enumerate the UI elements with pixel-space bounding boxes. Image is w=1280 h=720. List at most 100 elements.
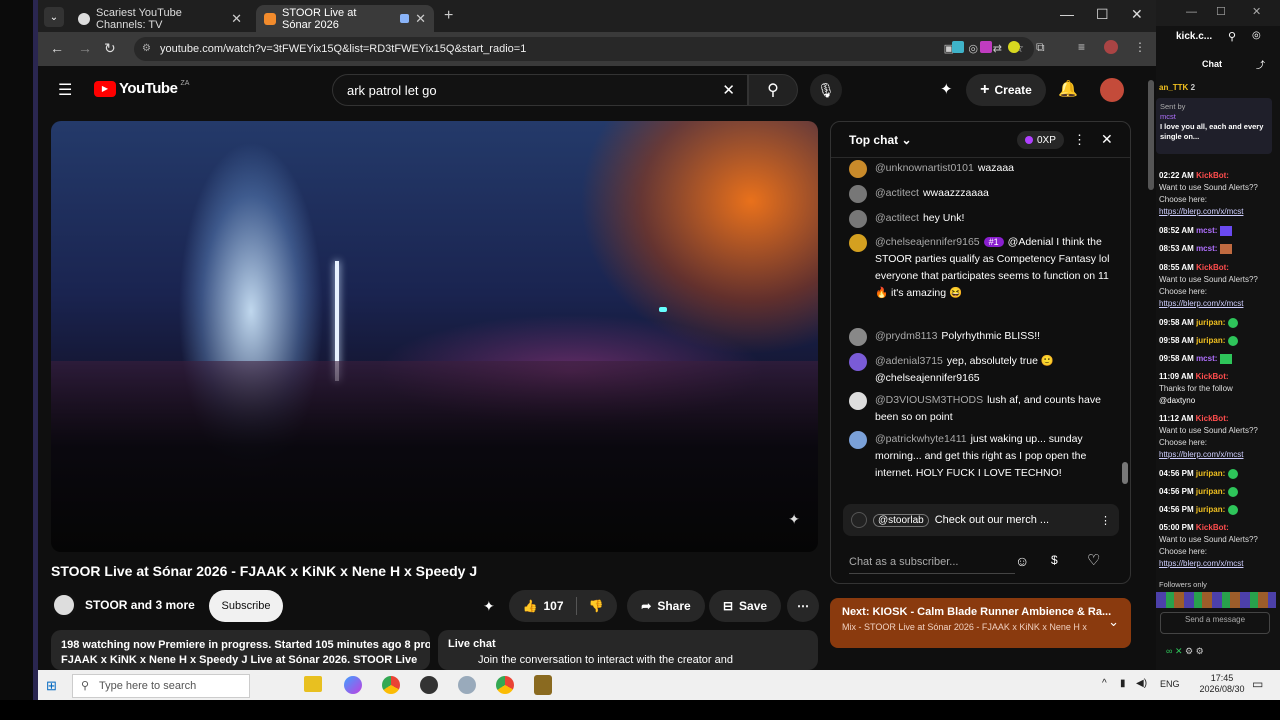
hamburger-menu-icon[interactable]: ☰	[58, 80, 72, 100]
menu-dots-icon[interactable]: ⋮	[1134, 40, 1146, 54]
chat-username[interactable]: @actitect	[875, 187, 919, 199]
username[interactable]: KickBot:	[1196, 414, 1229, 423]
eye-off-icon[interactable]: ◎	[1252, 30, 1261, 41]
taskbar-search-input[interactable]: ⚲ Type here to search	[72, 674, 250, 698]
username[interactable]: mcst:	[1196, 226, 1217, 235]
subscribe-button[interactable]: Subscribe	[209, 590, 283, 622]
profile-avatar[interactable]	[1104, 40, 1118, 54]
username[interactable]: juripan:	[1196, 505, 1225, 514]
close-window-icon[interactable]: ✕	[1252, 5, 1261, 18]
mention[interactable]: @daxtyno	[1159, 396, 1195, 405]
link[interactable]: https://blerp.com/x/mcst	[1159, 207, 1243, 216]
up-next-card[interactable]: Next: KIOSK - Calm Blade Runner Ambience…	[830, 598, 1131, 648]
close-icon[interactable]: ✕	[415, 11, 426, 27]
clock[interactable]: 17:45 2026/08/30	[1198, 673, 1246, 695]
close-icon[interactable]: ✕	[1175, 646, 1183, 656]
xp-badge[interactable]: 0XP	[1017, 131, 1064, 149]
emoji-icon[interactable]: ☺	[1015, 553, 1029, 569]
link[interactable]: https://blerp.com/x/mcst	[1159, 559, 1243, 568]
share-button[interactable]: ➦ Share	[627, 590, 705, 622]
chat-username[interactable]: @chelseajennifer9165	[875, 236, 980, 248]
username[interactable]: mcst:	[1196, 354, 1217, 363]
chrome-icon[interactable]	[496, 676, 514, 694]
chat-menu-icon[interactable]: ⋮	[1073, 132, 1086, 148]
maximize-icon[interactable]: ☐	[1216, 5, 1226, 18]
pinned-message[interactable]: @stoorlab Check out our merch ... ⋮	[843, 504, 1119, 536]
username[interactable]: juripan:	[1196, 469, 1225, 478]
windows-start-icon[interactable]: ⊞	[46, 678, 57, 694]
minimize-icon[interactable]: —	[1060, 6, 1074, 22]
save-button[interactable]: ⊟ Save	[709, 590, 781, 622]
site-info-icon[interactable]: ⚙	[142, 43, 151, 54]
username[interactable]: mcst:	[1196, 244, 1217, 253]
channel-avatar[interactable]	[51, 592, 77, 618]
kick-message-input[interactable]: Send a message	[1160, 612, 1270, 634]
chrome-icon[interactable]	[382, 676, 400, 694]
translate-icon[interactable]: ⇄	[993, 42, 1002, 55]
puzzle-icon[interactable]: ⧉	[1036, 40, 1045, 55]
thumb-down-icon[interactable]: 👎	[589, 599, 604, 613]
minimize-icon[interactable]: —	[1186, 6, 1197, 18]
clear-search-icon[interactable]: ✕	[722, 81, 735, 99]
description-box[interactable]: 198 watching now Premiere in progress. S…	[51, 630, 430, 670]
like-button[interactable]: 👍 107	[523, 599, 564, 613]
close-chat-icon[interactable]: ✕	[1101, 131, 1113, 148]
back-icon[interactable]: ←	[50, 40, 64, 56]
volume-icon[interactable]: ◀)	[1136, 678, 1147, 689]
avatar[interactable]	[1100, 78, 1124, 102]
chevron-down-icon[interactable]: ⌄	[1108, 614, 1119, 630]
username[interactable]: juripan:	[1196, 336, 1225, 345]
more-actions-button[interactable]: ⋯	[787, 590, 819, 622]
link[interactable]: https://blerp.com/x/mcst	[1159, 299, 1243, 308]
youtube-logo[interactable]: ▶ YouTube ZA	[94, 80, 189, 97]
scroll-thumb[interactable]	[1122, 462, 1128, 484]
extension-icon[interactable]	[952, 41, 964, 53]
maximize-icon[interactable]: ☐	[1096, 6, 1109, 23]
chevron-up-icon[interactable]: ^	[1102, 678, 1107, 689]
close-window-icon[interactable]: ✕	[1131, 6, 1143, 23]
bell-icon[interactable]: 🔔	[1058, 79, 1078, 99]
username[interactable]: KickBot:	[1196, 523, 1229, 532]
chat-username[interactable]: @actitect	[875, 212, 919, 224]
voice-search-button[interactable]: 🎙	[810, 74, 842, 106]
notification-icon[interactable]: ▭	[1252, 677, 1263, 691]
tab-search-button[interactable]: ⌄	[44, 7, 64, 27]
extension-icon[interactable]	[980, 41, 992, 53]
link-icon[interactable]: ∞	[1166, 646, 1172, 656]
channel-name[interactable]: STOOR and 3 more	[85, 598, 195, 612]
tab-scariest[interactable]: Scariest YouTube Channels: TV ✕	[70, 5, 250, 32]
copilot-icon[interactable]	[344, 676, 362, 694]
heart-icon[interactable]: ♡	[1087, 551, 1100, 569]
reload-icon[interactable]: ↻	[104, 40, 116, 57]
close-icon[interactable]: ✕	[231, 11, 242, 27]
app-icon[interactable]	[534, 675, 552, 695]
chat-input[interactable]: Chat as a subscriber...	[849, 550, 1015, 574]
video-player[interactable]: ✦	[51, 121, 818, 552]
tab-stoor[interactable]: STOOR Live at Sónar 2026 ✕	[256, 5, 434, 32]
language-indicator[interactable]: ENG	[1160, 679, 1180, 689]
new-tab-button[interactable]: +	[444, 7, 453, 25]
media-icon[interactable]: ≡	[1078, 40, 1085, 54]
chat-scrollbar[interactable]	[1122, 162, 1128, 488]
chat-username[interactable]: @prydm8113	[875, 330, 937, 342]
page-scrollbar[interactable]	[1148, 80, 1154, 190]
pin-icon[interactable]: ⤴	[1256, 58, 1265, 71]
emote-bar[interactable]	[1156, 592, 1276, 608]
username[interactable]: juripan:	[1196, 318, 1225, 327]
username[interactable]: KickBot:	[1196, 263, 1229, 272]
username[interactable]: KickBot:	[1196, 372, 1229, 381]
username[interactable]: juripan:	[1196, 487, 1225, 496]
battery-icon[interactable]: ▮	[1120, 678, 1126, 689]
gear-icon[interactable]: ⚙	[1185, 646, 1193, 656]
chat-username[interactable]: @D3VIOUSM3THODS	[875, 394, 983, 406]
search-button[interactable]: ⚲	[748, 74, 798, 106]
app-icon[interactable]	[458, 676, 476, 694]
sparkle-icon[interactable]: ✦	[483, 598, 495, 615]
kick-pinned-message[interactable]: Sent by mcst I love you all, each and ev…	[1156, 98, 1272, 154]
chat-username[interactable]: @adenial3715	[875, 355, 943, 367]
create-button[interactable]: + Create	[966, 74, 1046, 106]
extension-icon[interactable]	[1008, 41, 1020, 53]
chat-username[interactable]: @unknownartist0101	[875, 162, 974, 174]
search-input[interactable]: ark patrol let go ✕	[332, 74, 748, 106]
url-field[interactable]: ⚙ youtube.com/watch?v=3tFWEYix15Q&list=R…	[134, 37, 1034, 61]
